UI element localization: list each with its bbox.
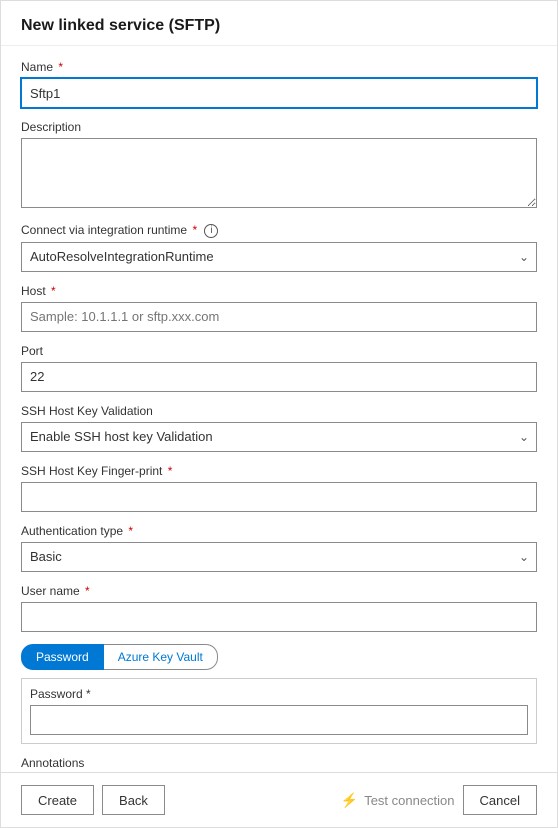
password-tab[interactable]: Password	[21, 644, 104, 670]
name-field-group: Name *	[21, 60, 537, 108]
ssh-validation-label: SSH Host Key Validation	[21, 404, 537, 418]
auth-type-label: Authentication type *	[21, 524, 537, 538]
integration-runtime-select[interactable]: AutoResolveIntegrationRuntime	[21, 242, 537, 272]
description-input[interactable]	[21, 138, 537, 208]
test-connection-button[interactable]: ⚡ Test connection	[341, 792, 455, 809]
username-required: *	[85, 584, 90, 598]
host-label: Host *	[21, 284, 537, 298]
password-box: Password *	[21, 678, 537, 744]
panel-header: New linked service (SFTP)	[1, 1, 557, 46]
sftp-panel: New linked service (SFTP) Name * Descrip…	[0, 0, 558, 828]
name-input[interactable]	[21, 78, 537, 108]
test-connection-label: Test connection	[364, 793, 454, 808]
panel-body: Name * Description Connect via integrati…	[1, 46, 557, 772]
ssh-fingerprint-field-group: SSH Host Key Finger-print *	[21, 464, 537, 512]
azure-key-vault-tab[interactable]: Azure Key Vault	[104, 644, 218, 670]
auth-type-select[interactable]: Basic	[21, 542, 537, 572]
auth-tabs-group: Password Azure Key Vault Password *	[21, 644, 537, 744]
auth-type-field-group: Authentication type * Basic ⌄	[21, 524, 537, 572]
integration-runtime-label: Connect via integration runtime * i	[21, 223, 537, 238]
host-field-group: Host *	[21, 284, 537, 332]
ssh-validation-select-wrapper: Enable SSH host key Validation ⌄	[21, 422, 537, 452]
panel-title: New linked service (SFTP)	[21, 17, 537, 35]
panel-footer: Create Back ⚡ Test connection Cancel	[1, 772, 557, 827]
username-field-group: User name *	[21, 584, 537, 632]
username-input[interactable]	[21, 602, 537, 632]
name-required: *	[58, 60, 63, 74]
create-button[interactable]: Create	[21, 785, 94, 815]
integration-runtime-field-group: Connect via integration runtime * i Auto…	[21, 223, 537, 272]
annotations-section: Annotations + New	[21, 756, 537, 772]
host-input[interactable]	[21, 302, 537, 332]
description-field-group: Description	[21, 120, 537, 211]
port-label: Port	[21, 344, 537, 358]
test-connection-icon: ⚡	[341, 792, 358, 809]
annotations-label: Annotations	[21, 756, 537, 770]
description-label: Description	[21, 120, 537, 134]
password-label: Password *	[30, 687, 528, 701]
ssh-validation-field-group: SSH Host Key Validation Enable SSH host …	[21, 404, 537, 452]
auth-tabs: Password Azure Key Vault	[21, 644, 537, 670]
auth-type-required: *	[128, 524, 133, 538]
username-label: User name *	[21, 584, 537, 598]
integration-runtime-info-icon[interactable]: i	[204, 224, 218, 238]
integration-runtime-select-wrapper: AutoResolveIntegrationRuntime ⌄	[21, 242, 537, 272]
ssh-fingerprint-required: *	[168, 464, 173, 478]
name-label: Name *	[21, 60, 537, 74]
password-input[interactable]	[30, 705, 528, 735]
ssh-fingerprint-label: SSH Host Key Finger-print *	[21, 464, 537, 478]
back-button[interactable]: Back	[102, 785, 165, 815]
host-required: *	[51, 284, 56, 298]
integration-runtime-required: *	[192, 223, 197, 237]
auth-type-select-wrapper: Basic ⌄	[21, 542, 537, 572]
ssh-validation-select[interactable]: Enable SSH host key Validation	[21, 422, 537, 452]
password-required: *	[86, 687, 91, 701]
port-input[interactable]	[21, 362, 537, 392]
port-field-group: Port	[21, 344, 537, 392]
ssh-fingerprint-input[interactable]	[21, 482, 537, 512]
cancel-button[interactable]: Cancel	[463, 785, 537, 815]
